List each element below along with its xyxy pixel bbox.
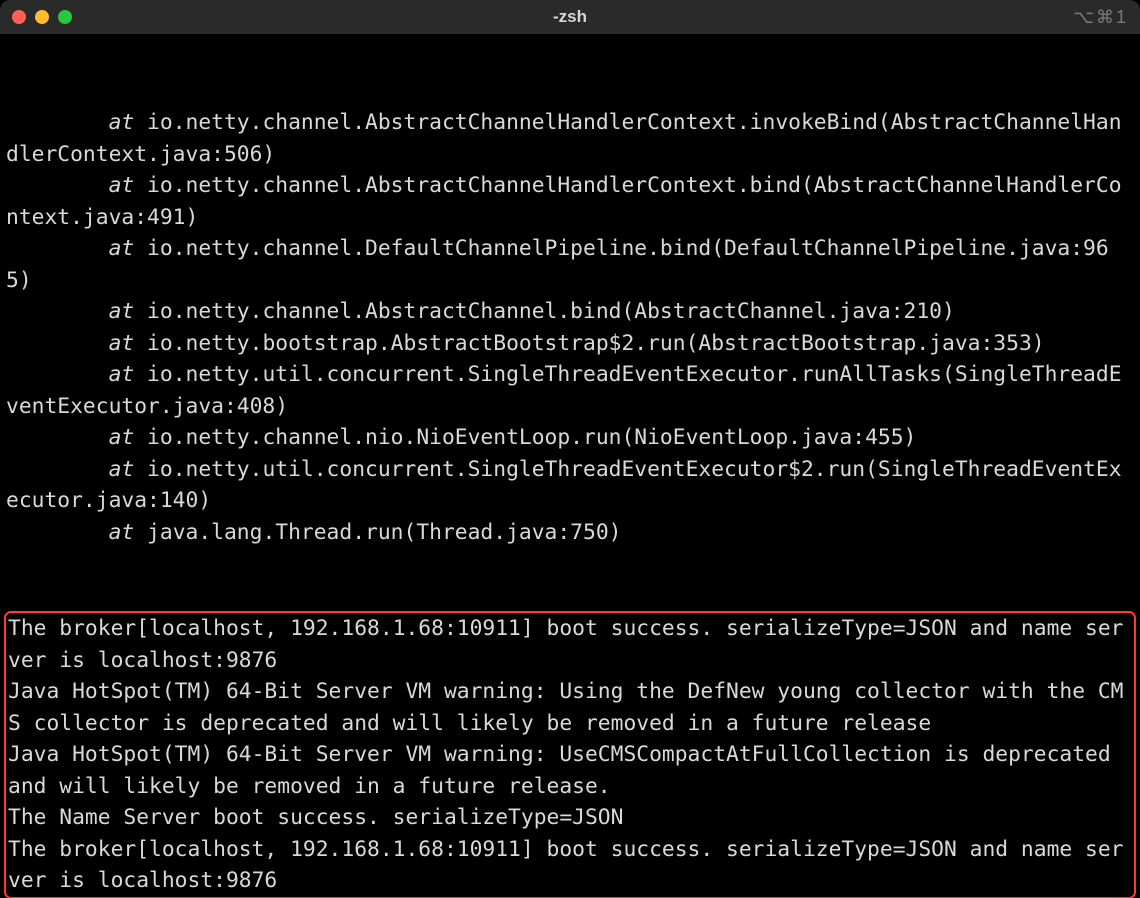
highlighted-log: The broker[localhost, 192.168.1.68:10911… — [4, 611, 1136, 898]
stack-line: at io.netty.channel.AbstractChannel.bind… — [6, 296, 1134, 328]
stack-line: at io.netty.channel.AbstractChannelHandl… — [6, 170, 1134, 233]
stack-line: at io.netty.util.concurrent.SingleThread… — [6, 454, 1134, 517]
window-title: -zsh — [0, 7, 1140, 27]
stack-line: at io.netty.channel.AbstractChannelHandl… — [6, 107, 1134, 170]
stack-line: at io.netty.channel.nio.NioEventLoop.run… — [6, 422, 1134, 454]
titlebar: -zsh ⌥⌘1 — [0, 0, 1140, 34]
stack-line: at io.netty.channel.DefaultChannelPipeli… — [6, 233, 1134, 296]
stack-line: at io.netty.bootstrap.AbstractBootstrap$… — [6, 328, 1134, 360]
terminal-output[interactable]: at io.netty.channel.AbstractChannelHandl… — [0, 34, 1140, 898]
stack-trace: at io.netty.channel.AbstractChannelHandl… — [6, 107, 1134, 548]
stack-line: at io.netty.util.concurrent.SingleThread… — [6, 359, 1134, 422]
terminal-window: -zsh ⌥⌘1 at io.netty.channel.AbstractCha… — [0, 0, 1140, 898]
stack-line: at java.lang.Thread.run(Thread.java:750) — [6, 517, 1134, 549]
